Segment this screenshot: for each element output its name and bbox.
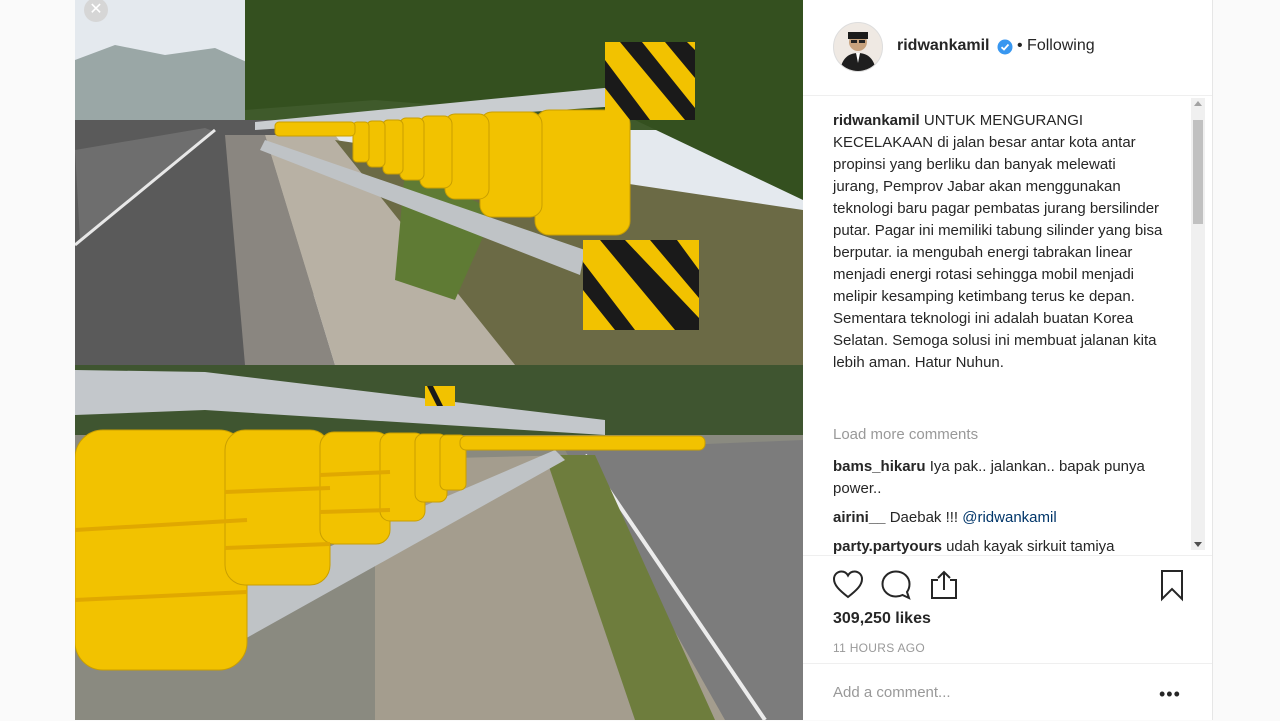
post-header: ridwankamil • Following bbox=[803, 0, 1212, 96]
add-comment-bar: Add a comment... ••• bbox=[803, 663, 1212, 721]
more-options-icon[interactable]: ••• bbox=[1159, 684, 1181, 705]
comment-username[interactable]: party.partyours bbox=[833, 538, 942, 555]
following-button[interactable]: • Following bbox=[1017, 37, 1095, 55]
scroll-down-arrow-icon[interactable] bbox=[1194, 542, 1202, 547]
verified-badge-icon bbox=[997, 39, 1013, 55]
post-caption: ridwankamil UNTUK MENGURANGI KECELAKAAN … bbox=[833, 110, 1163, 374]
load-more-comments-button[interactable]: Load more comments bbox=[833, 426, 978, 443]
post-author-username[interactable]: ridwankamil bbox=[897, 37, 989, 55]
avatar[interactable] bbox=[833, 22, 883, 72]
heart-icon[interactable] bbox=[831, 568, 865, 602]
comment-text: udah kayak sirkuit tamiya bbox=[946, 538, 1115, 555]
post-timestamp[interactable]: 11 HOURS AGO bbox=[833, 641, 925, 655]
post-photo bbox=[75, 0, 803, 720]
avatar-image bbox=[840, 32, 876, 71]
comment-text: Daebak !!! bbox=[889, 509, 959, 526]
post-sidebar: ridwankamil • Following ridwankamil UNTU… bbox=[803, 0, 1213, 720]
scroll-thumb[interactable] bbox=[1193, 120, 1203, 224]
comment-icon[interactable] bbox=[879, 568, 913, 602]
caption-username[interactable]: ridwankamil bbox=[833, 112, 920, 129]
comment-item: party.partyours udah kayak sirkuit tamiy… bbox=[833, 536, 1163, 555]
share-icon[interactable] bbox=[927, 568, 961, 602]
post-actions-bar bbox=[803, 555, 1212, 616]
comment-item: bams_hikaru Iya pak.. jalankan.. bapak p… bbox=[833, 456, 1163, 500]
roller-guardrail-photo bbox=[75, 0, 803, 720]
likes-count[interactable]: 309,250 likes bbox=[833, 610, 931, 628]
comment-username[interactable]: airini__ bbox=[833, 509, 886, 526]
comment-mention-link[interactable]: @ridwankamil bbox=[962, 509, 1056, 526]
caption-text: UNTUK MENGURANGI KECELAKAAN di jalan bes… bbox=[833, 112, 1163, 371]
scroll-up-arrow-icon[interactable] bbox=[1194, 101, 1202, 106]
comment-item: airini__ Daebak !!! @ridwankamil bbox=[833, 507, 1163, 529]
comments-scrollbar[interactable] bbox=[1191, 98, 1205, 550]
bookmark-icon[interactable] bbox=[1155, 568, 1189, 602]
add-comment-input[interactable]: Add a comment... bbox=[833, 684, 951, 701]
comment-username[interactable]: bams_hikaru bbox=[833, 458, 926, 475]
